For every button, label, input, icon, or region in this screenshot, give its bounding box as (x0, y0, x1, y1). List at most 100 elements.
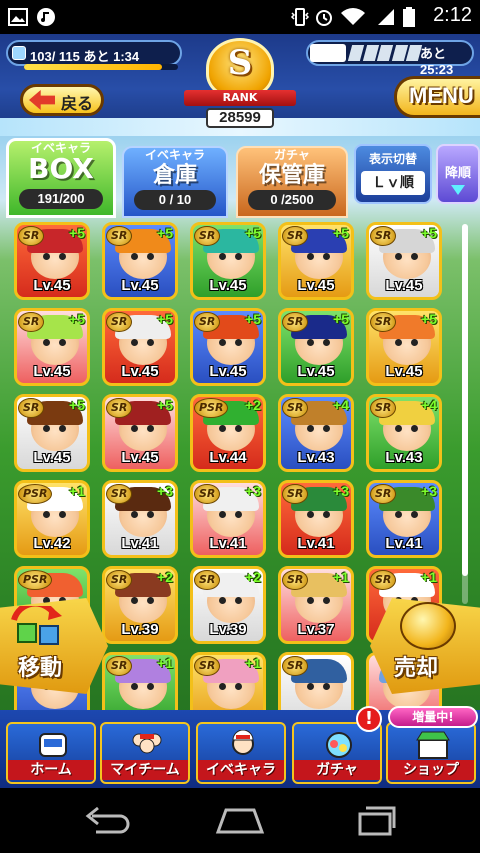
character-card[interactable]: SR +5 Lv.45 (366, 308, 442, 386)
character-card[interactable]: SR +3 Lv.41 (102, 480, 178, 558)
limit-break-count: +5 (157, 397, 173, 413)
character-card[interactable]: SR (278, 652, 354, 717)
stamina-display[interactable]: 103/ 115 あと 1:34 (6, 40, 182, 66)
rank-letter: S (227, 43, 253, 83)
limit-break-count: +1 (69, 483, 85, 499)
character-card[interactable]: SR +5 Lv.45 (102, 394, 178, 472)
home-icon[interactable] (214, 806, 266, 836)
image-icon (8, 8, 28, 26)
character-level: Lv.45 (385, 363, 423, 380)
character-card[interactable]: SR +5 Lv.45 (190, 222, 266, 300)
limit-break-count: +3 (421, 483, 437, 499)
limit-break-count: +5 (69, 225, 85, 241)
character-card[interactable]: SR +5 Lv.45 (278, 308, 354, 386)
rank-label: RANK (184, 90, 296, 106)
character-card[interactable]: SR +5 Lv.45 (14, 308, 90, 386)
character-card[interactable]: SR +5 Lv.45 (278, 222, 354, 300)
limit-break-count: +5 (69, 397, 85, 413)
limit-break-count: +2 (245, 569, 261, 585)
nav-event-character-button[interactable]: イベキャラ (196, 722, 286, 784)
character-card[interactable]: SR +1 Lv.37 (278, 566, 354, 644)
battery-icon (403, 7, 415, 27)
nav-shop-button[interactable]: ショップ (386, 722, 476, 784)
sort-order-button[interactable]: 降順 (436, 144, 480, 204)
character-card[interactable]: SR +4 Lv.43 (278, 394, 354, 472)
tab-count: 0 /2500 (248, 190, 336, 210)
character-card[interactable]: SR +5 Lv.45 (14, 222, 90, 300)
recents-icon[interactable] (350, 806, 398, 836)
shop-bonus-badge: 増量中! (388, 706, 478, 728)
character-level: Lv.45 (33, 449, 71, 466)
character-card[interactable]: SR +2 Lv.39 (102, 566, 178, 644)
character-card[interactable]: SR +3 Lv.41 (190, 480, 266, 558)
limit-break-count: +5 (333, 311, 349, 327)
back-arrow-icon (29, 90, 55, 110)
limit-break-count: +4 (421, 397, 437, 413)
character-level: Lv.41 (121, 535, 159, 552)
character-level: Lv.45 (33, 277, 71, 294)
character-card[interactable]: PSR +1 Lv.42 (14, 480, 90, 558)
back-button[interactable]: 戻る (20, 84, 104, 116)
character-card[interactable]: SR +3 Lv.41 (366, 480, 442, 558)
nav-event-character-label: イベキャラ (198, 760, 284, 780)
tab-event-character-box[interactable]: イベキャラ BOX 191/200 (6, 138, 116, 218)
limit-break-count: +5 (157, 311, 173, 327)
character-card[interactable]: SR +5 Lv.45 (366, 222, 442, 300)
tab-line2: 保管庫 (258, 163, 325, 188)
menu-button[interactable]: MENU (394, 76, 480, 118)
sort-order-label: 降順 (444, 166, 471, 181)
character-card[interactable]: SR +1 (190, 652, 266, 717)
character-card[interactable]: SR +5 Lv.45 (14, 394, 90, 472)
nav-my-team-label: マイチーム (102, 760, 188, 780)
sort-title: 表示切替 (368, 152, 417, 166)
status-bar: 2:12 (0, 0, 480, 34)
character-level: Lv.45 (209, 363, 247, 380)
character-card[interactable]: SR +5 Lv.45 (102, 222, 178, 300)
stamina-text: 103/ 115 あと 1:34 (30, 49, 140, 64)
team-icon (132, 733, 162, 754)
nav-home-button[interactable]: ホーム (6, 722, 96, 784)
coin-icon (400, 602, 456, 650)
character-card[interactable]: SR +5 Lv.45 (102, 308, 178, 386)
chevron-down-icon (451, 185, 465, 195)
character-level: Lv.45 (33, 363, 71, 380)
event-character-icon (232, 730, 254, 755)
character-card[interactable]: SR +5 Lv.45 (190, 308, 266, 386)
limit-break-count: +5 (157, 225, 173, 241)
sort-toggle-button[interactable]: 表示切替 Ｌｖ順 (354, 144, 432, 204)
character-level: Lv.44 (209, 449, 247, 466)
rank-score: 28599 (206, 108, 274, 128)
vibrate-icon (290, 8, 310, 26)
ticket-timer: あと25:23 (420, 46, 454, 77)
tab-gacha-storage[interactable]: ガチャ 保管庫 0 /2500 (236, 146, 348, 218)
sort-value: Ｌｖ順 (361, 171, 425, 195)
character-card[interactable]: SR +4 Lv.43 (366, 394, 442, 472)
character-level: Lv.39 (121, 621, 159, 638)
character-card[interactable]: PSR +2 Lv.44 (190, 394, 266, 472)
limit-break-count: +1 (245, 655, 261, 671)
home-icon (39, 733, 67, 757)
character-card[interactable]: SR +2 Lv.39 (190, 566, 266, 644)
scrollbar-thumb[interactable] (462, 224, 468, 576)
character-card[interactable]: SR +3 Lv.41 (278, 480, 354, 558)
nav-my-team-button[interactable]: マイチーム (100, 722, 190, 784)
character-level: Lv.45 (121, 277, 159, 294)
nav-home-label: ホーム (8, 760, 94, 780)
character-card[interactable]: SR +1 (102, 652, 178, 717)
move-button[interactable]: 移動 (0, 598, 108, 694)
ticket-gauge (347, 45, 423, 61)
music-icon (37, 8, 55, 26)
character-level: Lv.41 (297, 535, 335, 552)
character-level: Lv.45 (209, 277, 247, 294)
tab-line1: イベキャラ (144, 148, 205, 162)
clock: 2:12 (433, 4, 472, 26)
tab-event-character-warehouse[interactable]: イベキャラ 倉庫 0 / 10 (122, 146, 228, 218)
sell-button[interactable]: 売却 (370, 598, 480, 694)
rank-badge: S (206, 38, 274, 98)
limit-break-count: +3 (157, 483, 173, 499)
character-level: Lv.45 (121, 363, 159, 380)
back-icon[interactable] (82, 806, 130, 836)
limit-break-count: +5 (245, 225, 261, 241)
rank-display[interactable]: S RANK 28599 (170, 38, 310, 130)
shop-icon (416, 731, 450, 759)
